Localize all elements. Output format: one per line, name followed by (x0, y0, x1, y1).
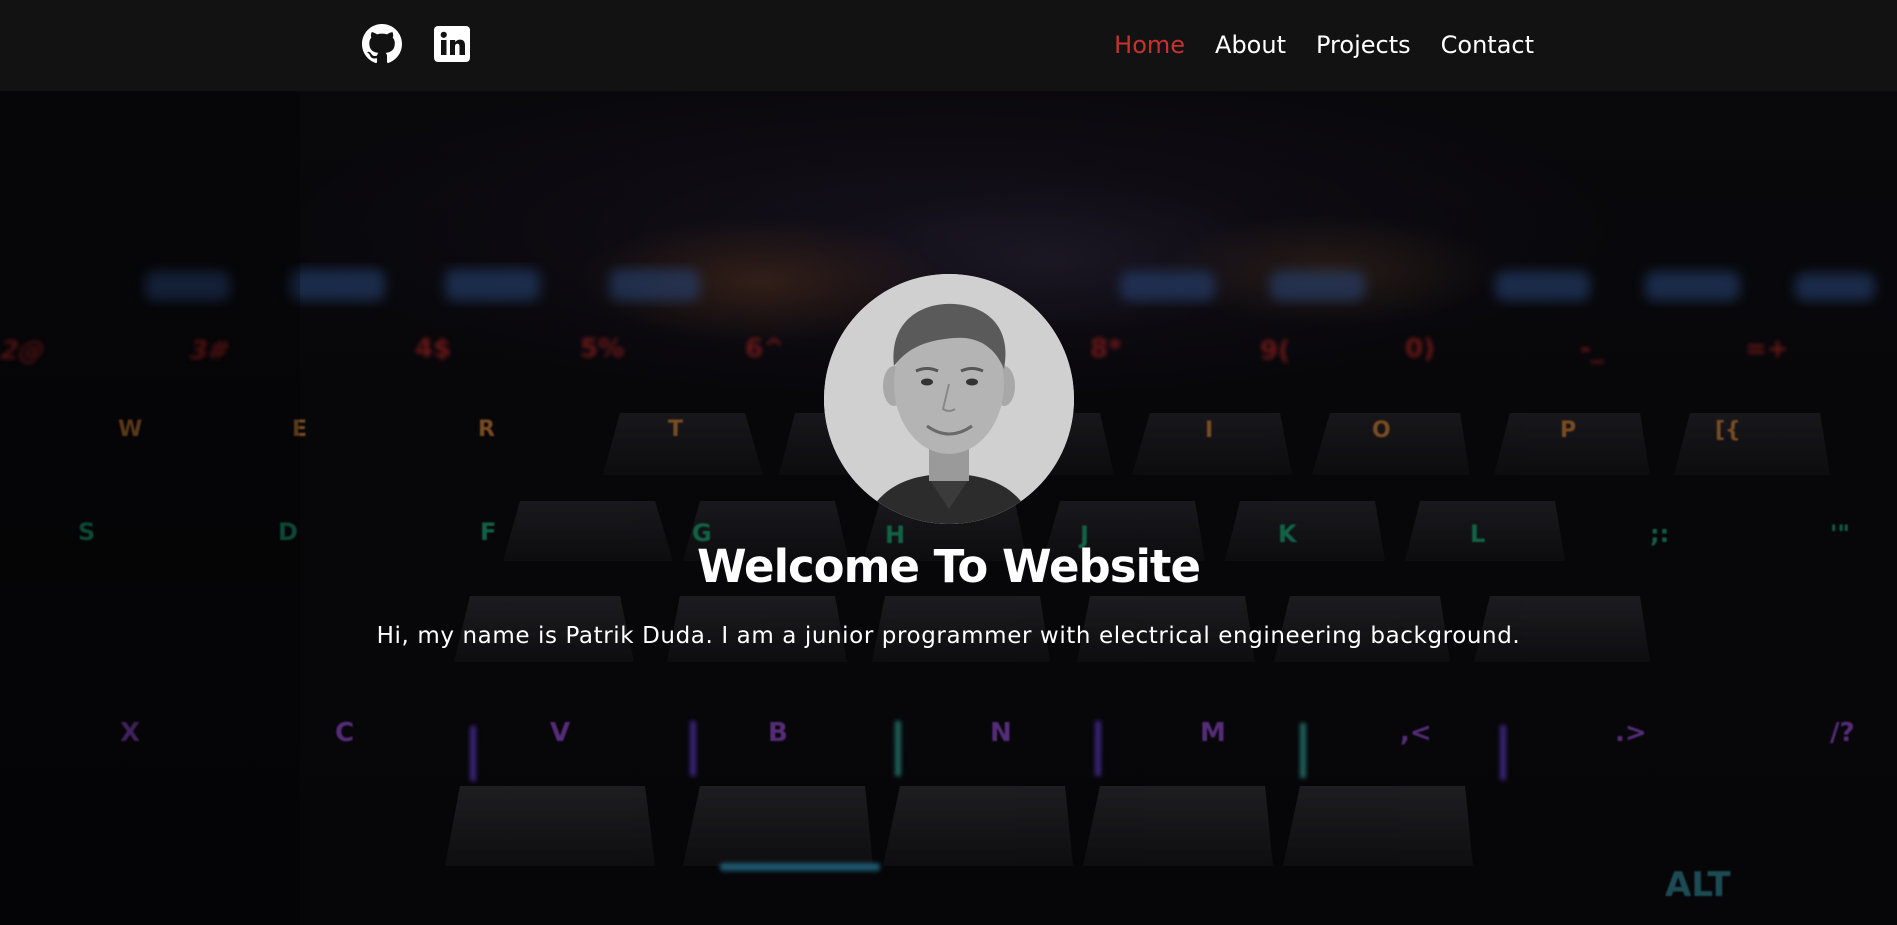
hero-section: 2@ 3# 4$ 5% 6^ 8* 9( 0) -_ =+ W E R T I … (0, 91, 1897, 925)
social-links (362, 24, 472, 64)
linkedin-icon (434, 26, 470, 62)
nav-about[interactable]: About (1215, 28, 1286, 62)
hero-intro-text: Hi, my name is Patrik Duda. I am a junio… (376, 623, 1521, 649)
linkedin-link[interactable] (432, 24, 472, 64)
page: Home About Projects Contact 2@ 3# 4$ 5% … (0, 0, 1897, 925)
profile-avatar (824, 274, 1074, 524)
nav-contact[interactable]: Contact (1441, 28, 1534, 62)
github-link[interactable] (362, 24, 402, 64)
profile-photo (824, 274, 1074, 524)
github-icon (362, 24, 402, 64)
hero-title: Welcome To Website (697, 540, 1201, 593)
nav-home[interactable]: Home (1114, 28, 1185, 62)
nav-projects[interactable]: Projects (1316, 28, 1411, 62)
navbar: Home About Projects Contact (0, 0, 1897, 91)
main-nav: Home About Projects Contact (1114, 28, 1534, 62)
